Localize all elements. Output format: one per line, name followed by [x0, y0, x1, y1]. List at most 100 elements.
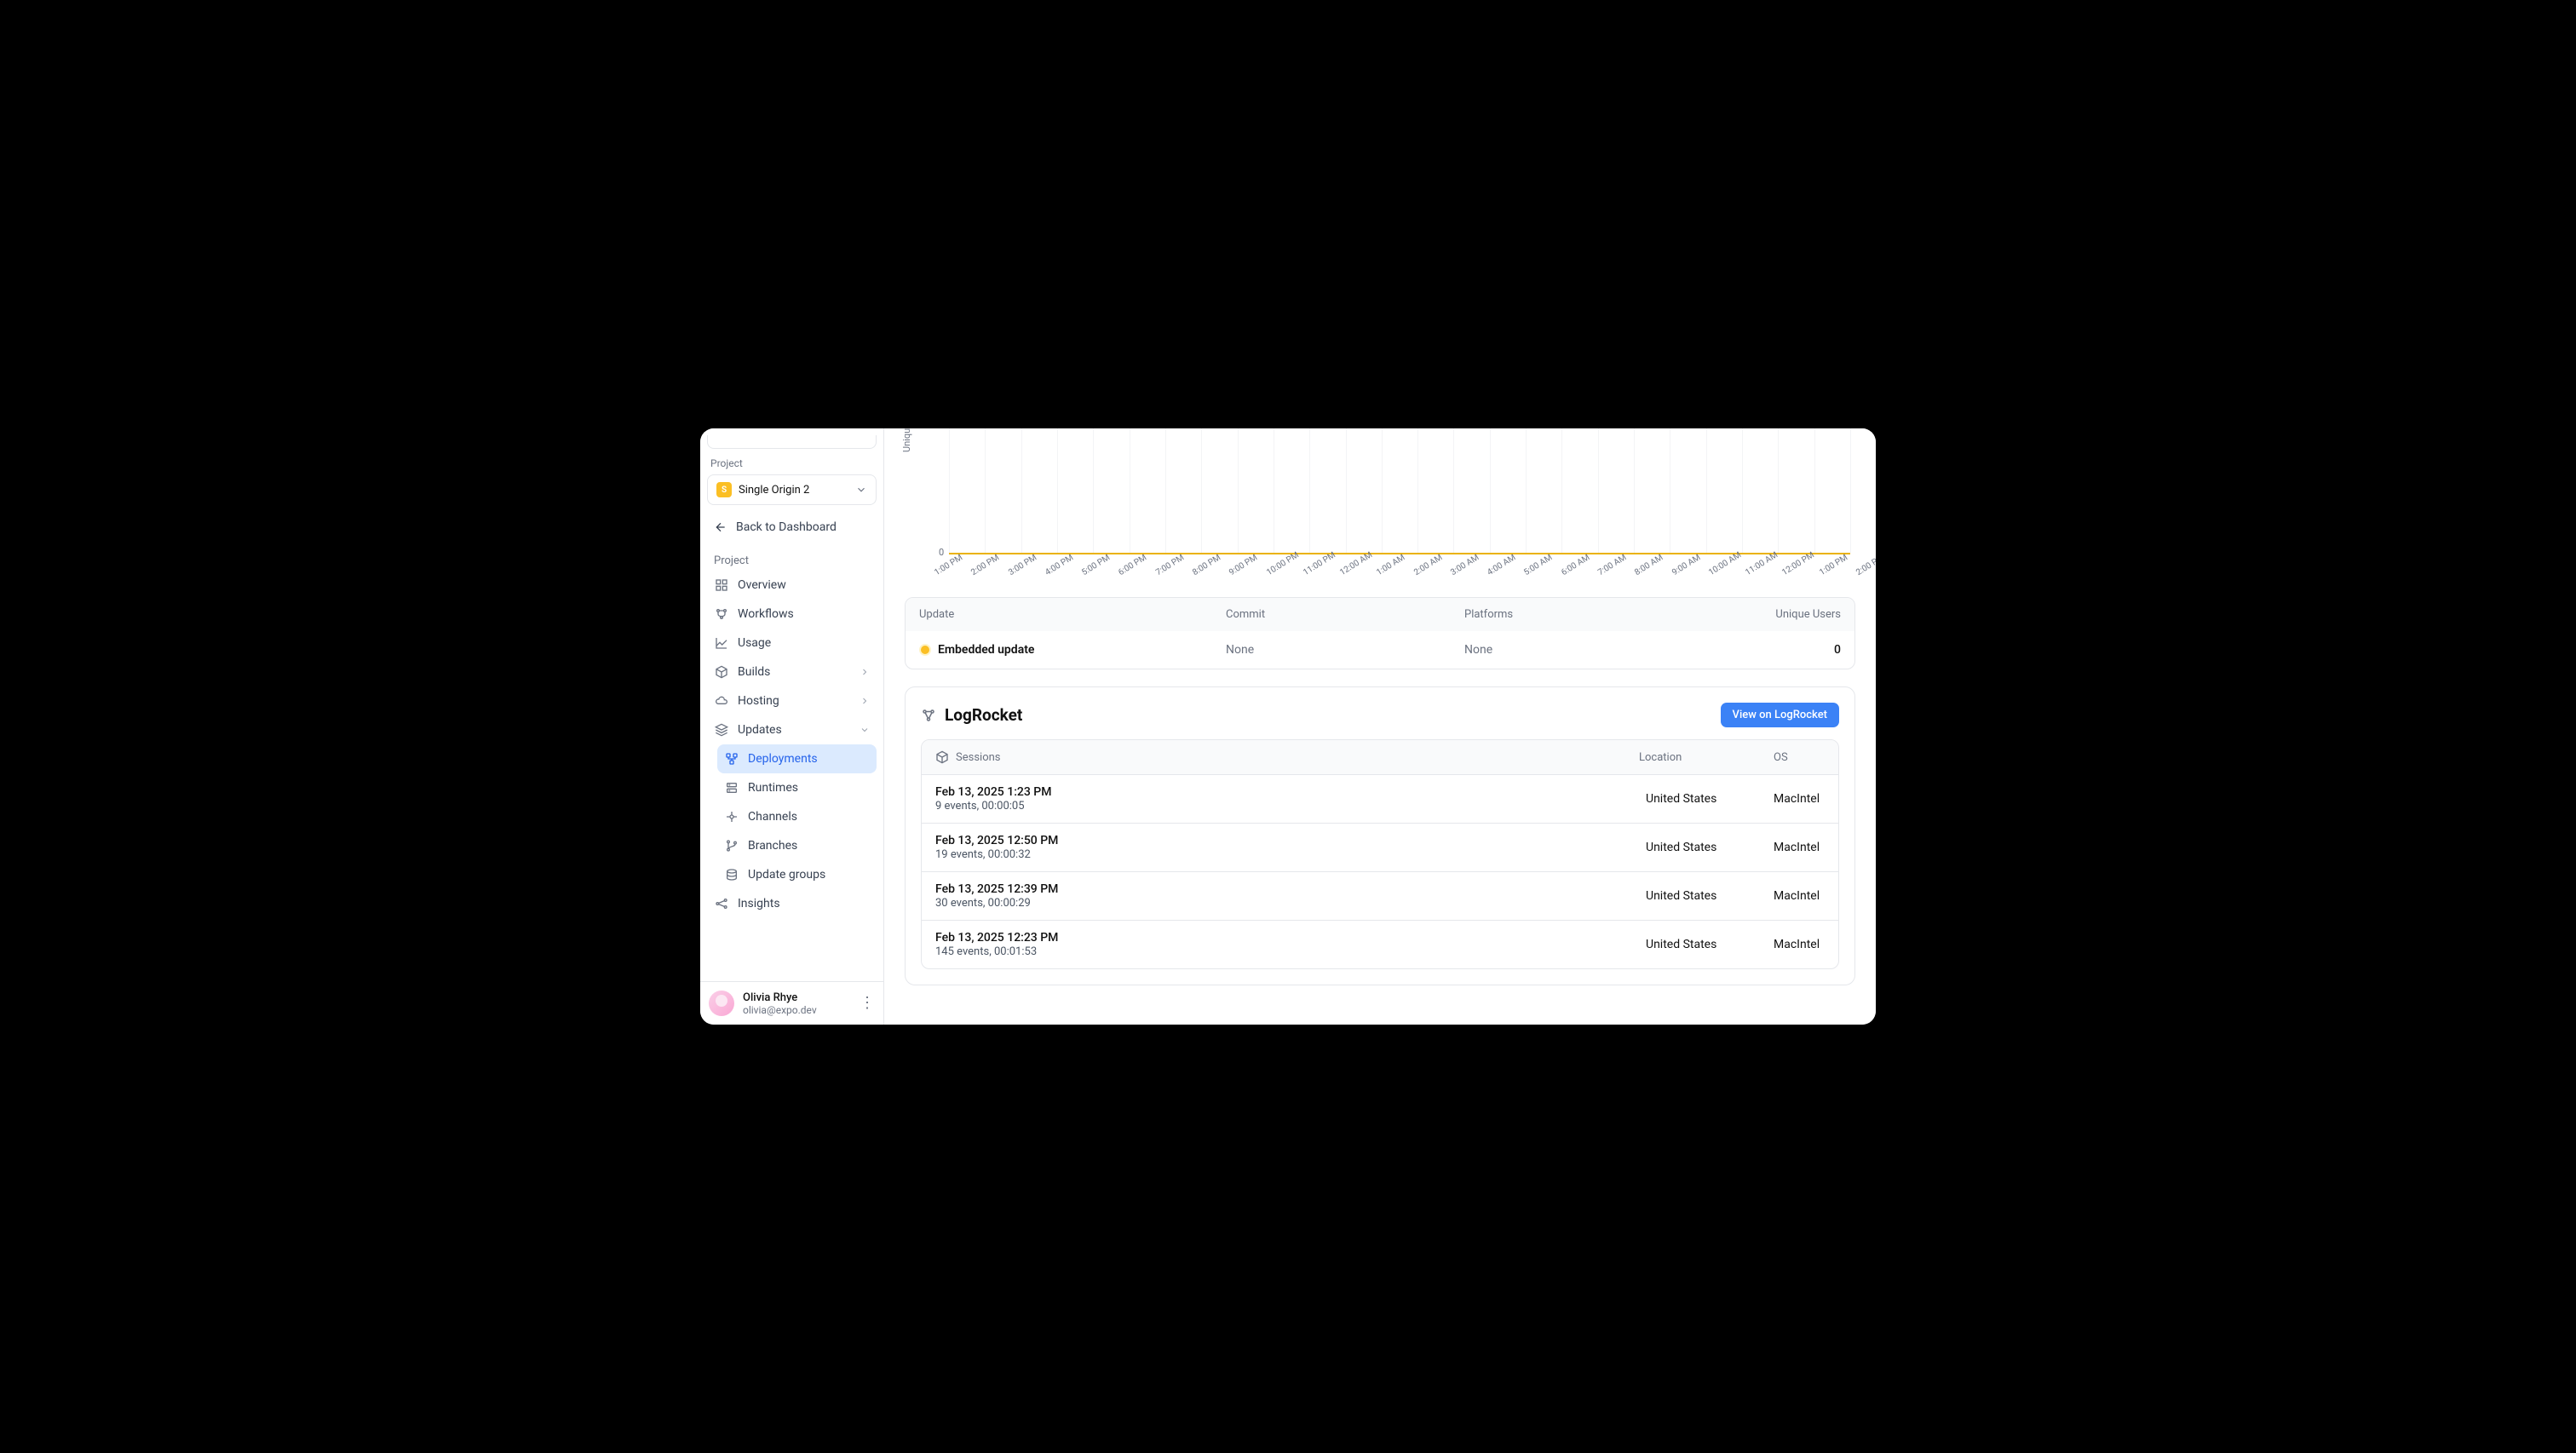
cube-icon	[935, 750, 949, 764]
project-label: Project	[707, 457, 877, 474]
col-sessions: Sessions	[956, 751, 1001, 764]
nav-workflows[interactable]: Workflows	[707, 600, 877, 629]
stack-icon	[724, 867, 739, 882]
nav-deployments-label: Deployments	[748, 752, 818, 766]
chart-tick: 3:00 AM	[1449, 553, 1481, 577]
sidebar: Project S Single Origin 2 Back to Dashbo…	[700, 428, 884, 1025]
logrocket-title: LogRocket	[945, 705, 1712, 725]
chart-tick: 8:00 AM	[1633, 553, 1665, 577]
project-badge: S	[716, 482, 732, 497]
nav-branches[interactable]: Branches	[717, 831, 877, 860]
nav-channels[interactable]: Channels	[717, 802, 877, 831]
chart-tick: 1:00 PM	[933, 553, 964, 577]
nav-updates-label: Updates	[738, 723, 782, 737]
section-project-label: Project	[707, 548, 877, 571]
session-meta: 145 events, 00:01:53	[935, 945, 1646, 958]
nav-overview[interactable]: Overview	[707, 571, 877, 600]
session-meta: 9 events, 00:00:05	[935, 800, 1646, 813]
nav-update-groups-label: Update groups	[748, 868, 825, 882]
arrow-left-icon	[714, 520, 727, 534]
nav-builds[interactable]: Builds	[707, 658, 877, 686]
chart-tick: 11:00 PM	[1302, 550, 1337, 577]
chart-tick: 11:00 AM	[1744, 550, 1780, 577]
session-location: United States	[1646, 841, 1774, 854]
col-platforms: Platforms	[1464, 608, 1739, 621]
project-selector[interactable]: S Single Origin 2	[707, 474, 877, 505]
nav-deployments[interactable]: Deployments	[717, 744, 877, 773]
chart-tick: 7:00 PM	[1154, 553, 1186, 577]
cloud-icon	[714, 693, 729, 709]
back-to-dashboard[interactable]: Back to Dashboard	[707, 512, 877, 543]
nav-hosting[interactable]: Hosting	[707, 686, 877, 715]
session-meta: 19 events, 00:00:32	[935, 848, 1646, 861]
session-row[interactable]: Feb 13, 2025 1:23 PM9 events, 00:00:05Un…	[922, 774, 1838, 823]
nav-workflows-label: Workflows	[738, 607, 794, 621]
chart-tick: 9:00 PM	[1228, 553, 1259, 577]
nav-runtimes[interactable]: Runtimes	[717, 773, 877, 802]
col-unique-users: Unique Users	[1739, 608, 1841, 621]
session-os: MacIntel	[1774, 792, 1825, 806]
update-commit: None	[1226, 643, 1464, 657]
nav-usage-label: Usage	[738, 636, 771, 650]
chart-tick: 2:00 AM	[1412, 553, 1444, 577]
session-time: Feb 13, 2025 1:23 PM	[935, 785, 1646, 799]
chart-tick: 10:00 PM	[1265, 550, 1301, 577]
user-menu-button[interactable]: ⋮	[860, 996, 875, 1011]
insights-icon	[714, 896, 729, 911]
chart-tick: 5:00 AM	[1523, 553, 1555, 577]
session-time: Feb 13, 2025 12:23 PM	[935, 931, 1646, 945]
session-time: Feb 13, 2025 12:39 PM	[935, 882, 1646, 896]
deployments-icon	[724, 751, 739, 767]
nav-channels-label: Channels	[748, 810, 797, 824]
col-location: Location	[1639, 751, 1767, 764]
chevron-right-icon	[860, 696, 870, 706]
chart-tick: 8:00 PM	[1191, 553, 1222, 577]
layers-icon	[714, 722, 729, 738]
chevron-down-icon	[855, 484, 867, 496]
update-row[interactable]: Embedded update None None 0	[906, 631, 1854, 669]
sidebar-footer: Olivia Rhye olivia@expo.dev ⋮	[700, 981, 883, 1025]
search-input-clipped[interactable]	[707, 435, 877, 449]
chevron-right-icon	[860, 667, 870, 677]
session-location: United States	[1646, 889, 1774, 903]
updates-table: Update Commit Platforms Unique Users Emb…	[905, 597, 1855, 669]
server-icon	[724, 780, 739, 795]
chart-tick: 2:00 PM	[1854, 553, 1876, 577]
chart-tick: 6:00 PM	[1117, 553, 1148, 577]
col-update: Update	[919, 608, 1226, 621]
session-meta: 30 events, 00:00:29	[935, 897, 1646, 910]
user-avatar[interactable]	[709, 991, 734, 1016]
user-name: Olivia Rhye	[743, 991, 851, 1004]
nav-branches-label: Branches	[748, 839, 797, 853]
chart-tick: 4:00 PM	[1044, 553, 1075, 577]
nav-usage[interactable]: Usage	[707, 629, 877, 658]
nav-insights-label: Insights	[738, 897, 780, 910]
session-row[interactable]: Feb 13, 2025 12:23 PM145 events, 00:01:5…	[922, 920, 1838, 968]
nav-builds-label: Builds	[738, 665, 770, 679]
nav-updates[interactable]: Updates	[707, 715, 877, 744]
update-status-dot	[919, 644, 931, 656]
nav-update-groups[interactable]: Update groups	[717, 860, 877, 889]
channels-icon	[724, 809, 739, 824]
session-time: Feb 13, 2025 12:50 PM	[935, 834, 1646, 847]
nav-hosting-label: Hosting	[738, 694, 779, 708]
session-row[interactable]: Feb 13, 2025 12:50 PM19 events, 00:00:32…	[922, 823, 1838, 871]
nav-insights[interactable]: Insights	[707, 889, 877, 918]
chart-tick: 12:00 PM	[1781, 550, 1817, 577]
user-email: olivia@expo.dev	[743, 1004, 851, 1016]
integration-icon	[921, 708, 936, 723]
col-os: OS	[1774, 751, 1825, 764]
chart-tick: 7:00 AM	[1596, 553, 1628, 577]
chart-tick: 6:00 AM	[1560, 553, 1591, 577]
chart-y-zero: 0	[939, 547, 944, 558]
cube-icon	[714, 664, 729, 680]
update-platforms: None	[1464, 643, 1739, 657]
session-row[interactable]: Feb 13, 2025 12:39 PM30 events, 00:00:29…	[922, 871, 1838, 920]
unique-users-chart: Unique 0 1:00 PM2:00 PM3:00 PM4:00 PM5:0…	[905, 428, 1855, 590]
sessions-table: Sessions Location OS Feb 13, 2025 1:23 P…	[921, 739, 1839, 969]
chart-icon	[714, 635, 729, 651]
chart-tick: 4:00 AM	[1486, 553, 1517, 577]
view-on-logrocket-button[interactable]: View on LogRocket	[1721, 703, 1839, 727]
chart-tick: 12:00 AM	[1338, 550, 1374, 577]
logrocket-card: LogRocket View on LogRocket Sessions Loc…	[905, 686, 1855, 985]
